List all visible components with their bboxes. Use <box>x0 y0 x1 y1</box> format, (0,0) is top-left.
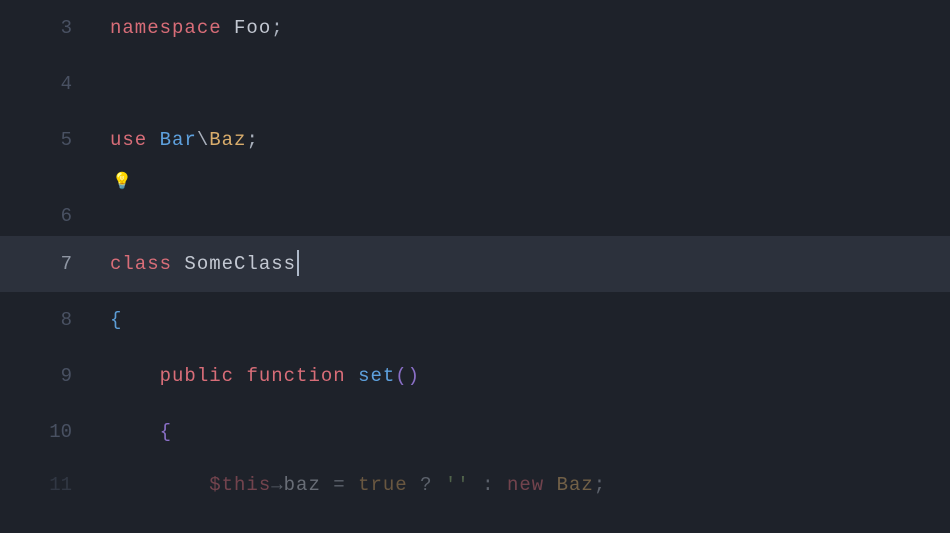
text-cursor <box>297 250 299 276</box>
keyword-new: new <box>507 474 544 496</box>
code-content[interactable]: namespace Foo; <box>80 17 284 39</box>
bool-literal: true <box>358 474 408 496</box>
assign-op: = <box>321 474 358 496</box>
line-number: 9 <box>0 365 80 387</box>
class-name: SomeClass <box>184 253 296 275</box>
code-line[interactable]: 5 use Bar\Baz; <box>0 112 950 168</box>
line-number: 5 <box>0 129 80 151</box>
semicolon: ; <box>271 17 283 39</box>
line-number: 4 <box>0 73 80 95</box>
code-line[interactable]: 6 <box>0 196 950 236</box>
code-line[interactable]: 10 { <box>0 404 950 460</box>
semicolon: ; <box>246 129 258 151</box>
open-brace: { <box>110 309 122 331</box>
code-line[interactable]: 4 <box>0 56 950 112</box>
line-number: 7 <box>0 253 80 275</box>
keyword-use: use <box>110 129 147 151</box>
code-content[interactable]: $this→baz = true ? '' : new Baz; <box>80 474 606 496</box>
code-hint-row: 💡 <box>0 168 950 196</box>
lightbulb-icon[interactable]: 💡 <box>112 174 132 190</box>
keyword-function: function <box>246 365 345 387</box>
variable-this: $this <box>209 474 271 496</box>
class-ref: Baz <box>209 129 246 151</box>
keyword-namespace: namespace <box>110 17 222 39</box>
code-line[interactable]: 11 $this→baz = true ? '' : new Baz; <box>0 460 950 510</box>
code-content[interactable]: use Bar\Baz; <box>80 129 259 151</box>
code-line[interactable]: 8 { <box>0 292 950 348</box>
ternary-q: ? <box>408 474 445 496</box>
namespace-name: Foo <box>234 17 271 39</box>
keyword-visibility: public <box>160 365 234 387</box>
string-literal: '' <box>445 474 470 496</box>
code-line[interactable]: 3 namespace Foo; <box>0 0 950 56</box>
code-editor[interactable]: 3 namespace Foo; 4 5 use Bar\Baz; 💡 6 7 … <box>0 0 950 533</box>
line-number: 10 <box>0 421 80 443</box>
parens: () <box>395 365 420 387</box>
namespace-segment: Bar <box>160 129 197 151</box>
code-content[interactable]: class SomeClass <box>80 251 299 277</box>
function-name: set <box>358 365 395 387</box>
keyword-class: class <box>110 253 172 275</box>
open-brace: { <box>160 421 172 443</box>
line-number: 3 <box>0 17 80 39</box>
property-name: baz <box>284 474 321 496</box>
code-content[interactable]: { <box>80 309 122 331</box>
namespace-separator: \ <box>197 129 209 151</box>
line-number: 8 <box>0 309 80 331</box>
line-number: 11 <box>0 474 80 496</box>
class-ref: Baz <box>557 474 594 496</box>
code-content[interactable]: { <box>80 421 172 443</box>
semicolon: ; <box>594 474 606 496</box>
code-content[interactable]: public function set() <box>80 365 420 387</box>
line-number: 6 <box>0 205 80 227</box>
ternary-colon: : <box>470 474 507 496</box>
code-line[interactable]: 9 public function set() <box>0 348 950 404</box>
code-line-active[interactable]: 7 class SomeClass <box>0 236 950 292</box>
arrow-op: → <box>271 474 283 496</box>
